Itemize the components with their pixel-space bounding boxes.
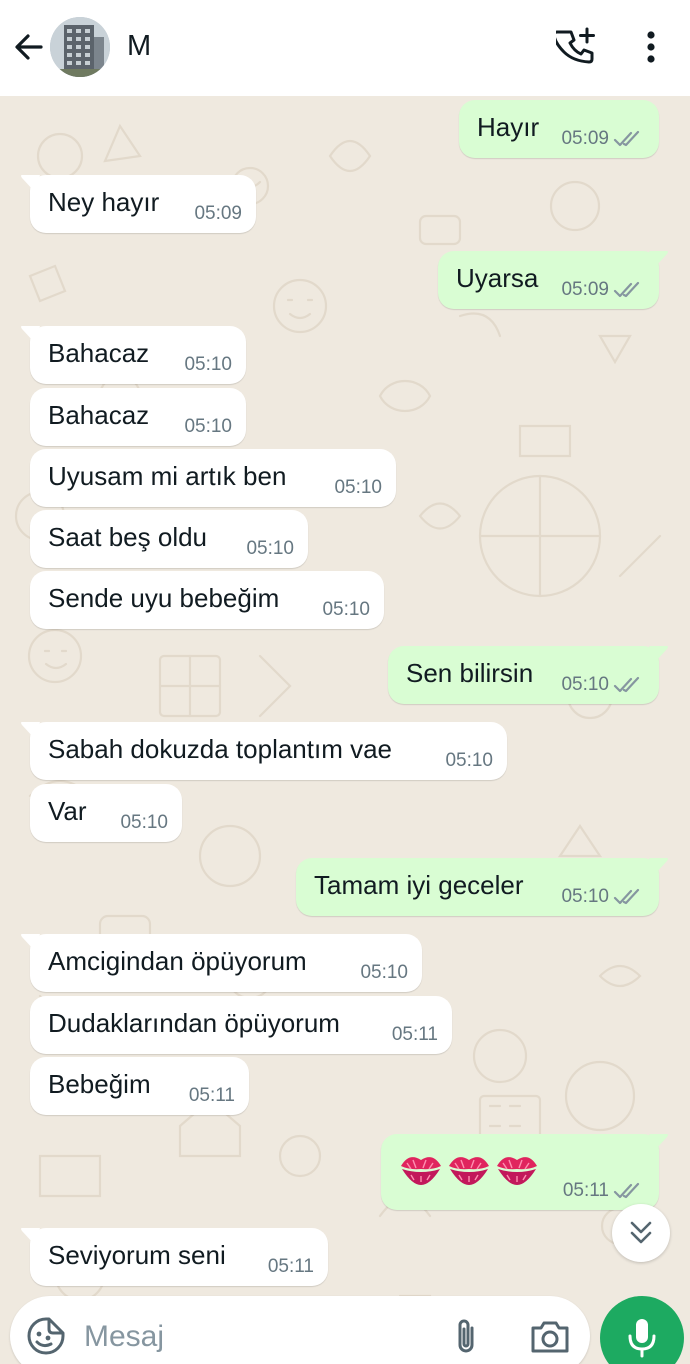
message-text: Saat beş oldu	[48, 522, 208, 552]
message-text: Bahacaz	[48, 338, 150, 368]
kiss-mark-icon	[449, 1157, 489, 1185]
message-bubble-incoming[interactable]: Saat beş oldu 05:10	[30, 510, 308, 568]
message-time: 05:09	[194, 203, 242, 224]
bubble-tail	[21, 175, 40, 191]
message-time: 05:10	[445, 750, 493, 771]
building-photo	[50, 17, 110, 77]
bubble-tail	[649, 646, 668, 662]
bubble-tail	[21, 722, 40, 738]
message-text: Var	[48, 796, 87, 826]
message-time: 05:10	[561, 886, 609, 907]
read-ticks-icon	[613, 130, 640, 147]
message-text: Bahacaz	[48, 400, 150, 430]
message-bubble-incoming[interactable]: Dudaklarından öpüyorum 05:11	[30, 996, 452, 1054]
camera-icon[interactable]	[528, 1316, 572, 1356]
message-time: 05:10	[561, 674, 609, 695]
paperclip-icon[interactable]	[446, 1316, 486, 1356]
message-bubble-outgoing[interactable]: Tamam iyi geceler 05:10	[296, 858, 668, 916]
bubble-tail	[649, 858, 668, 874]
message-bubble-outgoing[interactable]: Sen bilirsin 05:10	[388, 646, 668, 704]
message-time: 05:10	[334, 477, 382, 498]
message-time: 05:11	[391, 1024, 438, 1045]
bubble-tail	[21, 934, 40, 950]
message-time: 05:10	[184, 354, 232, 375]
message-bubble-incoming[interactable]: Uyusam mi artık ben 05:10	[30, 449, 396, 507]
message-text: Dudaklarından öpüyorum	[48, 1008, 340, 1038]
message-time: 05:11	[188, 1085, 235, 1106]
kiss-mark-icon	[401, 1157, 441, 1185]
message-bubble-incoming[interactable]: Amcigindan öpüyorum 05:10	[21, 934, 422, 992]
message-bubble-outgoing[interactable]: Hayır 05:09	[459, 100, 659, 158]
message-time: 05:11	[562, 1180, 609, 1201]
message-bubble-outgoing[interactable]: Uyarsa 05:09	[438, 251, 668, 309]
bubble-tail	[649, 1134, 668, 1150]
arrow-left-icon[interactable]	[10, 28, 48, 66]
message-time: 05:10	[360, 962, 408, 983]
message-time: 05:09	[561, 128, 609, 149]
more-vertical-icon[interactable]	[634, 26, 668, 68]
double-chevron-down-icon	[630, 1221, 652, 1244]
message-bubble-incoming[interactable]: Sabah dokuzda toplantım vae 05:10	[21, 722, 507, 780]
message-text: Ney hayır	[48, 187, 160, 217]
read-ticks-icon	[613, 281, 640, 298]
message-time: 05:10	[246, 538, 294, 559]
contact-name[interactable]: M	[127, 30, 151, 63]
message-text: Hayır	[477, 112, 540, 142]
read-ticks-icon	[613, 888, 640, 905]
message-text: Sen bilirsin	[406, 658, 534, 688]
read-ticks-icon	[613, 676, 640, 693]
sticker-icon[interactable]	[26, 1316, 66, 1356]
phone-add-icon[interactable]	[556, 26, 598, 68]
message-bubble-incoming[interactable]: Bahacaz 05:10	[30, 388, 246, 446]
message-composer[interactable]: Mesaj	[10, 1296, 590, 1364]
chat-header: M	[0, 0, 690, 96]
message-input[interactable]: Mesaj	[84, 1320, 164, 1354]
kiss-mark-icon	[497, 1157, 537, 1185]
message-text: Seviyorum seni	[48, 1240, 226, 1270]
bubble-tail	[21, 326, 40, 342]
avatar[interactable]	[50, 17, 110, 77]
scroll-to-bottom-button[interactable]	[612, 1204, 670, 1262]
read-ticks-icon	[613, 1182, 640, 1199]
message-text: Uyusam mi artık ben	[48, 461, 287, 491]
message-text: Tamam iyi geceler	[314, 870, 524, 900]
message-time: 05:09	[561, 279, 609, 300]
message-text: Sende uyu bebeğim	[48, 583, 280, 613]
message-bubble-incoming[interactable]: Bahacaz 05:10	[21, 326, 246, 384]
message-time: 05:10	[120, 812, 168, 833]
bubble-tail	[649, 251, 668, 267]
message-bubble-incoming[interactable]: Sende uyu bebeğim 05:10	[30, 571, 384, 629]
message-bubble-incoming[interactable]: Var 05:10	[30, 784, 182, 842]
microphone-icon	[628, 1319, 656, 1358]
message-bubble-incoming[interactable]: Seviyorum seni 05:11	[21, 1228, 328, 1286]
message-time: 05:10	[184, 416, 232, 437]
message-text: Bebeğim	[48, 1069, 151, 1099]
message-time: 05:11	[267, 1256, 314, 1277]
message-text: Sabah dokuzda toplantım vae	[48, 734, 393, 764]
message-bubble-outgoing[interactable]: 05:11	[381, 1134, 668, 1210]
message-text: Amcigindan öpüyorum	[48, 946, 307, 976]
message-bubble-incoming[interactable]: Ney hayır 05:09	[21, 175, 256, 233]
message-bubble-incoming[interactable]: Bebeğim 05:11	[30, 1057, 249, 1115]
message-time: 05:10	[322, 599, 370, 620]
message-text: Uyarsa	[456, 263, 539, 293]
bubble-tail	[21, 1228, 40, 1244]
